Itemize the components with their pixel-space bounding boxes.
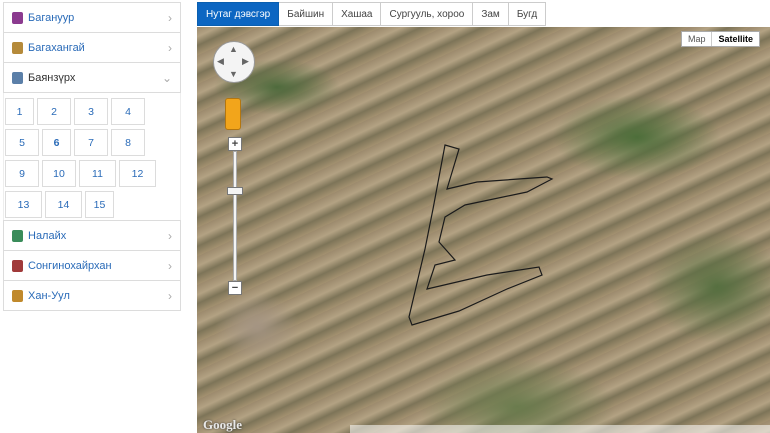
khoroo-button-1[interactable]: 1 <box>5 98 34 125</box>
zoom-slider-track[interactable] <box>233 151 237 281</box>
district-emblem-icon <box>12 11 23 24</box>
khoroo-button-4[interactable]: 4 <box>111 98 145 125</box>
map-type-control: Map Satellite <box>680 31 760 47</box>
district-label: Сонгинохайрхан <box>28 259 112 272</box>
zoom-out-button[interactable]: − <box>228 281 242 295</box>
district-emblem-icon <box>12 229 23 242</box>
khoroo-button-10[interactable]: 10 <box>42 160 76 187</box>
khoroo-button-7[interactable]: 7 <box>74 129 108 156</box>
district-label: Налайх <box>28 229 67 242</box>
district-label: Багахангай <box>28 41 85 54</box>
khoroo-grid: 1 2 3 4 5 6 7 8 9 10 11 12 13 14 15 <box>3 93 181 220</box>
pan-down-icon[interactable]: ▼ <box>229 70 238 79</box>
pan-right-icon[interactable]: ▶ <box>242 57 249 66</box>
zoom-in-button[interactable]: + <box>228 137 242 151</box>
district-emblem-icon <box>12 289 23 302</box>
map-attribution <box>350 425 770 433</box>
google-logo: Google <box>203 417 242 432</box>
layer-tabs: Нутаг дэвсгэр Байшин Хашаа Сургууль, хор… <box>197 2 547 26</box>
district-item-baganuur[interactable]: Багануур › <box>3 2 181 33</box>
khoroo-button-5[interactable]: 5 <box>5 129 39 156</box>
district-label: Багануур <box>28 11 75 24</box>
district-emblem-icon <box>12 41 23 54</box>
district-item-songinokhairkhan[interactable]: Сонгинохайрхан › <box>3 251 181 281</box>
khoroo-button-3[interactable]: 3 <box>74 98 108 125</box>
tab-all[interactable]: Бугд <box>508 2 547 26</box>
pegman-icon[interactable] <box>225 98 241 130</box>
satellite-map[interactable]: Map Satellite ▲ ▼ ◀ ▶ + − Google <box>197 27 770 433</box>
khoroo-button-11[interactable]: 11 <box>79 160 116 187</box>
tab-fences[interactable]: Хашаа <box>333 2 382 26</box>
district-item-nalaikh[interactable]: Налайх › <box>3 220 181 251</box>
tab-roads[interactable]: Зам <box>473 2 509 26</box>
tab-territory[interactable]: Нутаг дэвсгэр <box>197 2 280 26</box>
tab-buildings[interactable]: Байшин <box>279 2 334 26</box>
chevron-right-icon: › <box>168 258 172 273</box>
district-sidebar: Багануур › Багахангай › Баянзүрх ⌄ 1 2 3… <box>3 2 181 311</box>
district-item-khan-uul[interactable]: Хан-Уул › <box>3 281 181 311</box>
khoroo-button-2[interactable]: 2 <box>37 98 71 125</box>
district-item-bagakhangai[interactable]: Багахангай › <box>3 33 181 63</box>
chevron-down-icon: ⌄ <box>161 70 172 85</box>
khoroo-button-8[interactable]: 8 <box>111 129 145 156</box>
khoroo-button-12[interactable]: 12 <box>119 160 156 187</box>
khoroo-button-6[interactable]: 6 <box>42 129 71 156</box>
khoroo-button-14[interactable]: 14 <box>45 191 82 218</box>
territory-boundary <box>408 144 554 326</box>
district-emblem-icon <box>12 259 23 272</box>
khoroo-button-15[interactable]: 15 <box>85 191 114 218</box>
pan-left-icon[interactable]: ◀ <box>217 57 224 66</box>
pan-up-icon[interactable]: ▲ <box>229 45 238 54</box>
pan-control[interactable]: ▲ ▼ ◀ ▶ <box>213 41 255 83</box>
map-type-satellite-button[interactable]: Satellite <box>711 32 759 46</box>
district-label: Хан-Уул <box>28 289 70 302</box>
chevron-right-icon: › <box>168 288 172 303</box>
chevron-right-icon: › <box>168 228 172 243</box>
chevron-right-icon: › <box>168 40 172 55</box>
zoom-slider-handle[interactable] <box>227 187 243 195</box>
district-item-bayanzurkh[interactable]: Баянзүрх ⌄ <box>3 63 181 93</box>
khoroo-button-9[interactable]: 9 <box>5 160 39 187</box>
chevron-right-icon: › <box>168 10 172 25</box>
district-emblem-icon <box>12 71 23 84</box>
map-type-map-button[interactable]: Map <box>682 32 712 46</box>
district-label: Баянзүрх <box>28 71 76 84</box>
tab-schools[interactable]: Сургууль, хороо <box>381 2 474 26</box>
khoroo-button-13[interactable]: 13 <box>5 191 42 218</box>
